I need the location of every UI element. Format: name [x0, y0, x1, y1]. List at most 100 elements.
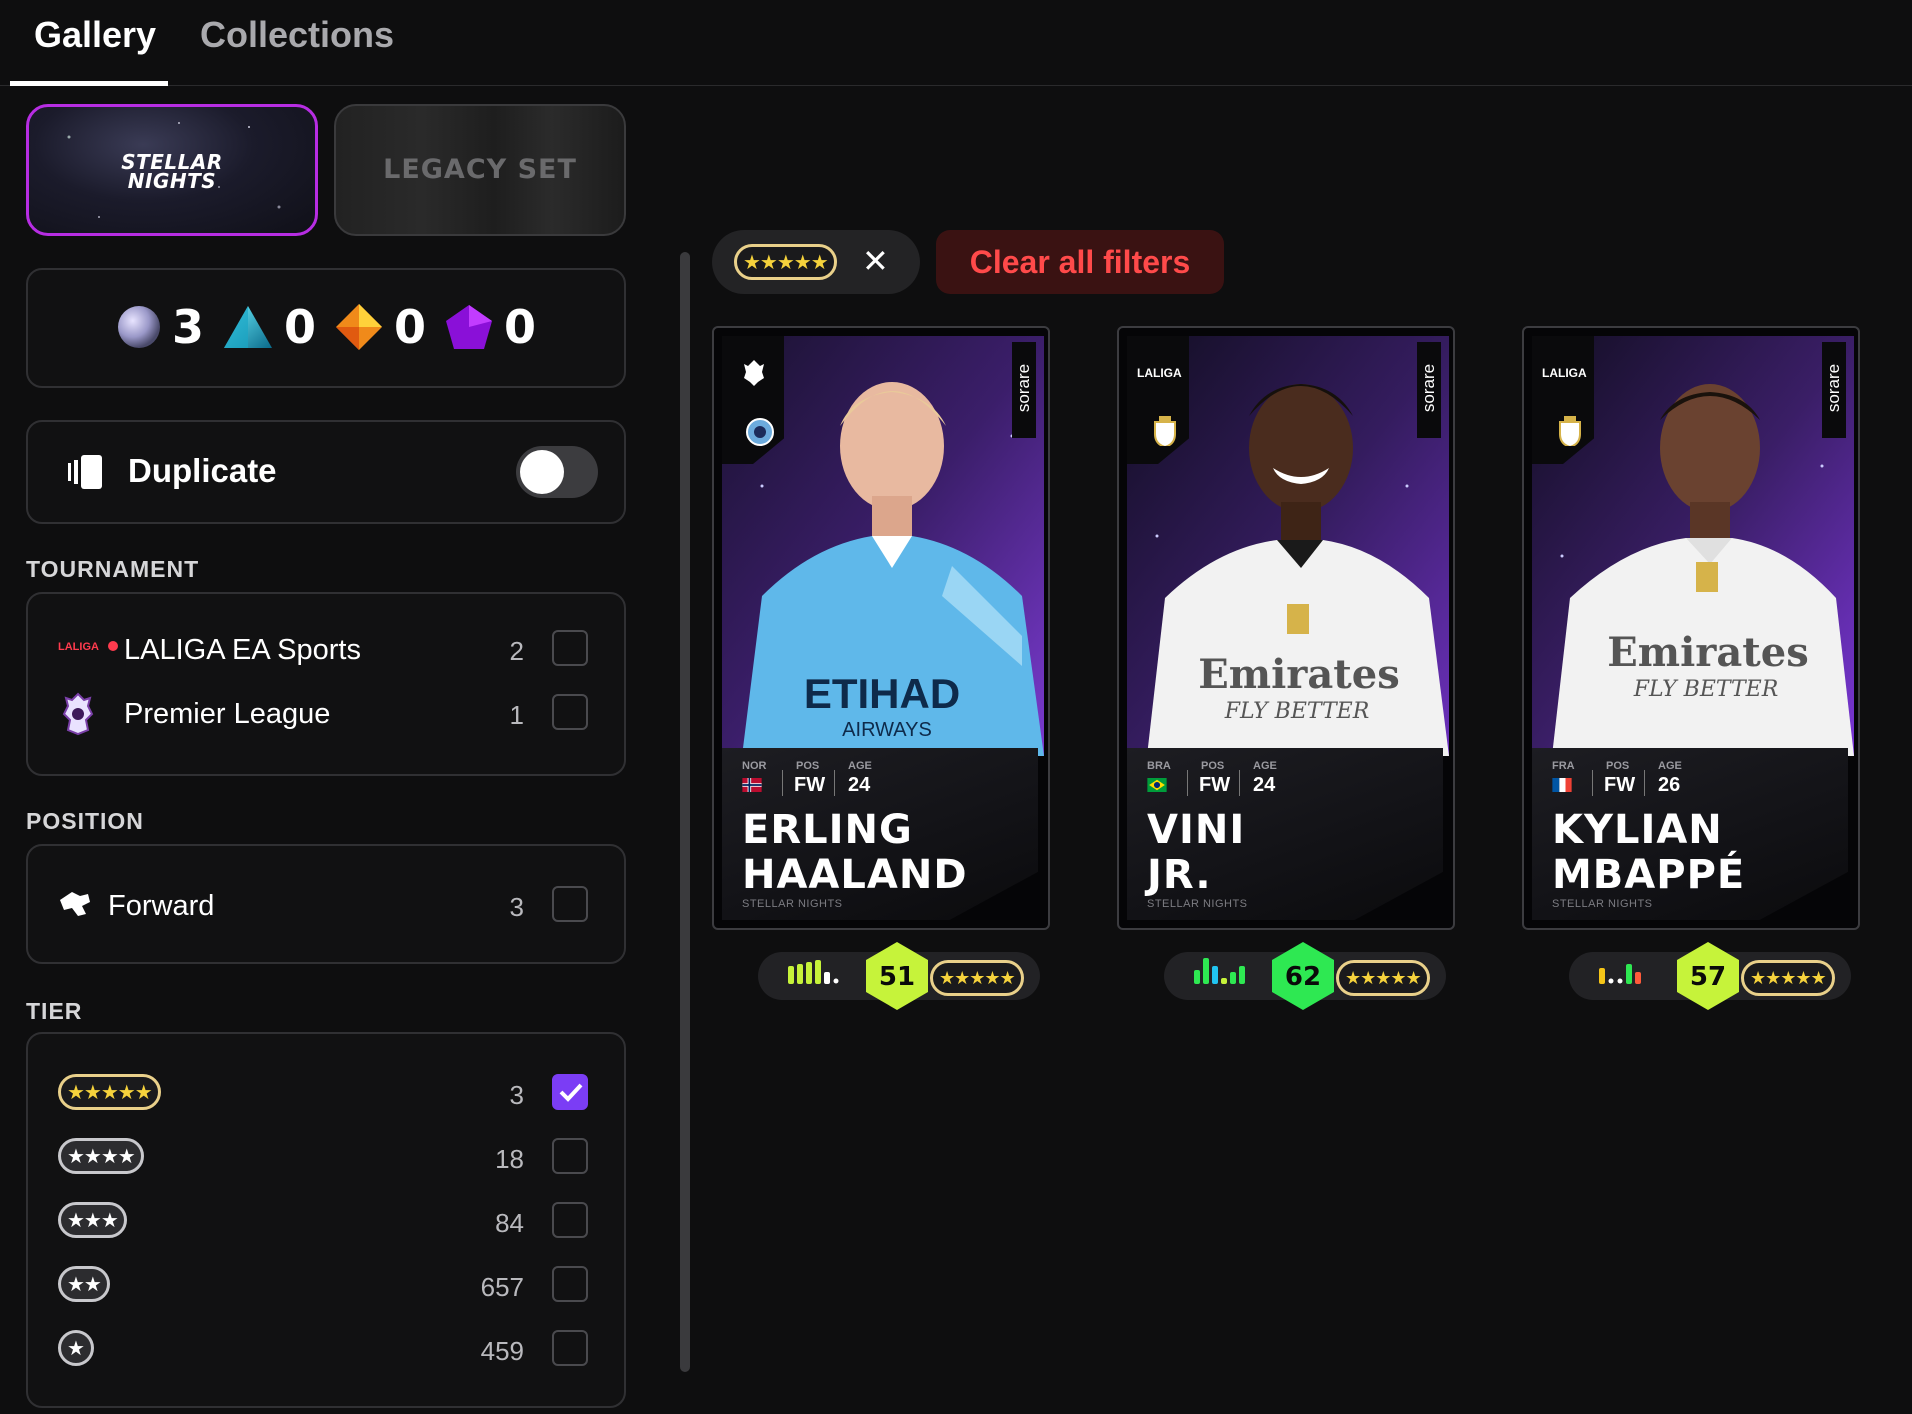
- player-name: ERLING HAALAND: [742, 807, 968, 898]
- forward-kick-icon: [60, 892, 90, 916]
- remove-filter-icon[interactable]: ✕: [862, 242, 889, 280]
- star-icons: ★★: [67, 1273, 102, 1296]
- set-legacy-button[interactable]: LEGACY SET: [334, 104, 626, 236]
- checkbox-tier-2[interactable]: [552, 1266, 588, 1302]
- pentagon-gem-icon: [446, 305, 493, 349]
- card-info-panel: BRA POS FW AGE 24 VINI JR. STELLAR NIGHTS: [1127, 748, 1443, 920]
- card-frame: Emirates FLY BETTER LALIGA sorare FRA PO…: [1522, 326, 1860, 930]
- triangle-gem-icon: [223, 306, 272, 348]
- sorare-brand-tag: sorare: [1822, 342, 1846, 438]
- laliga-logo: LALIGA: [58, 641, 99, 653]
- svg-text:FLY BETTER: FLY BETTER: [1633, 677, 1779, 702]
- position-heading: POSITION: [26, 808, 144, 834]
- filter-count: 459: [480, 1336, 524, 1366]
- duplicate-cards-icon: [68, 455, 102, 489]
- duplicate-toggle[interactable]: [516, 446, 598, 498]
- filter-row-premier-league[interactable]: Premier League 1: [28, 688, 624, 738]
- svg-text:Emirates: Emirates: [1607, 629, 1808, 676]
- position-filter-panel: Forward 3: [26, 844, 626, 964]
- checkbox-forward[interactable]: [552, 886, 588, 922]
- svg-text:ETIHAD: ETIHAD: [804, 670, 960, 717]
- checkbox-tier-5[interactable]: [552, 1074, 588, 1110]
- star-icons: ★★★★★: [1750, 967, 1827, 988]
- clear-all-filters-button[interactable]: Clear all filters: [936, 230, 1224, 294]
- star-icons: ★★★★★: [67, 1081, 153, 1104]
- card-set-label: STELLAR NIGHTS: [1147, 898, 1248, 910]
- card-tier-badge: ★★★★★: [930, 960, 1024, 996]
- orb-icon: [117, 306, 160, 348]
- score-badge: 62: [1270, 940, 1336, 1012]
- tab-bar: Gallery Collections: [0, 0, 1912, 86]
- active-tab-indicator: [10, 81, 168, 86]
- sidebar-scrollbar[interactable]: [680, 252, 690, 1372]
- player-card-haaland[interactable]: ETIHAD AIRWAYS sorare NOR POS FW AGE 24 …: [712, 326, 1050, 930]
- filter-row-tier-1[interactable]: ★ 459: [28, 1324, 624, 1374]
- star-icons: ★★★★★: [1345, 967, 1422, 988]
- tab-collections[interactable]: Collections: [200, 14, 394, 56]
- filter-row-tier-5[interactable]: ★★★★★ 3: [28, 1068, 624, 1118]
- checkbox-tier-1[interactable]: [552, 1330, 588, 1366]
- form-bars-icon: [788, 960, 839, 984]
- score-badge: 51: [864, 940, 930, 1012]
- card-tier-badge: ★★★★★: [1336, 960, 1430, 996]
- filter-row-tier-3[interactable]: ★★★ 84: [28, 1196, 624, 1246]
- tier-heading: TIER: [26, 998, 83, 1024]
- legacy-set-logo: LEGACY SET: [383, 154, 577, 185]
- filter-row-tier-4[interactable]: ★★★★ 18: [28, 1132, 624, 1182]
- duplicate-label: Duplicate: [128, 452, 277, 489]
- unique-count: 0: [444, 300, 536, 354]
- active-filter-chip[interactable]: ★★★★★ ✕: [712, 230, 920, 294]
- card-set-label: STELLAR NIGHTS: [1552, 898, 1653, 910]
- filter-count: 3: [509, 1080, 524, 1110]
- tab-gallery[interactable]: Gallery: [34, 14, 156, 56]
- tournament-heading: TOURNAMENT: [26, 556, 200, 582]
- filter-count: 1: [509, 700, 524, 730]
- checkbox-laliga[interactable]: [552, 630, 588, 666]
- tier-5-star-badge: ★★★★★: [58, 1074, 161, 1110]
- checkbox-premier-league[interactable]: [552, 694, 588, 730]
- filter-count: 18: [495, 1144, 524, 1174]
- chip-5-star-badge: ★★★★★: [734, 244, 837, 280]
- card-info-panel: NOR POS FW AGE 24 ERLING HAALAND STELLAR …: [722, 748, 1038, 920]
- filter-label: Premier League: [124, 698, 331, 730]
- player-card-vini-jr[interactable]: Emirates FLY BETTER LALIGA sorare BRA PO…: [1117, 326, 1455, 930]
- toggle-knob: [520, 450, 564, 494]
- player-name: VINI JR.: [1147, 807, 1246, 898]
- star-icons: ★★★★★: [743, 251, 829, 274]
- tier-1-star-badge: ★: [58, 1330, 94, 1366]
- filter-row-forward[interactable]: Forward 3: [28, 880, 624, 930]
- premier-league-lion-icon: [62, 692, 94, 736]
- checkbox-tier-3[interactable]: [552, 1202, 588, 1238]
- laliga-dot-icon: [108, 641, 118, 651]
- star-icons: ★★★★: [67, 1145, 136, 1168]
- filter-count: 84: [495, 1208, 524, 1238]
- player-card-mbappe[interactable]: Emirates FLY BETTER LALIGA sorare FRA PO…: [1522, 326, 1860, 930]
- sorare-brand-tag: sorare: [1417, 342, 1441, 438]
- card-frame: Emirates FLY BETTER LALIGA sorare BRA PO…: [1117, 326, 1455, 930]
- limited-count: 3: [116, 300, 204, 354]
- super-rare-count: 0: [334, 300, 426, 354]
- rare-count: 0: [222, 300, 316, 354]
- filter-label: LALIGA EA Sports: [124, 634, 361, 666]
- checkbox-tier-4[interactable]: [552, 1138, 588, 1174]
- tournament-filter-panel: LALIGA LALIGA EA Sports 2 Premier League…: [26, 592, 626, 776]
- sorare-brand-tag: sorare: [1012, 342, 1036, 438]
- tier-filter-panel: ★★★★★ 3 ★★★★ 18 ★★★ 84 ★★ 657 ★ 459: [26, 1032, 626, 1408]
- checkmark-icon: [559, 1083, 583, 1102]
- tier-2-star-badge: ★★: [58, 1266, 110, 1302]
- stellar-nights-logo: STELLAR NIGHTS: [121, 150, 223, 193]
- form-bars-icon: [1194, 958, 1245, 984]
- svg-text:Emirates: Emirates: [1198, 651, 1399, 698]
- score-badge: 57: [1675, 940, 1741, 1012]
- card-info-panel: FRA POS FW AGE 26 KYLIAN MBAPPÉ STELLAR N…: [1532, 748, 1848, 920]
- star-icons: ★: [67, 1337, 85, 1360]
- filter-row-tier-2[interactable]: ★★ 657: [28, 1260, 624, 1310]
- filter-row-laliga[interactable]: LALIGA LALIGA EA Sports 2: [28, 624, 624, 674]
- brazil-flag-icon: [1147, 778, 1167, 792]
- card-set-label: STELLAR NIGHTS: [742, 898, 843, 910]
- man-city-crest-icon: [746, 418, 774, 446]
- filter-label: Forward: [108, 890, 215, 922]
- card-frame: ETIHAD AIRWAYS sorare NOR POS FW AGE 24 …: [712, 326, 1050, 930]
- norway-flag-icon: [742, 778, 762, 792]
- set-stellar-nights-button[interactable]: STELLAR NIGHTS: [26, 104, 318, 236]
